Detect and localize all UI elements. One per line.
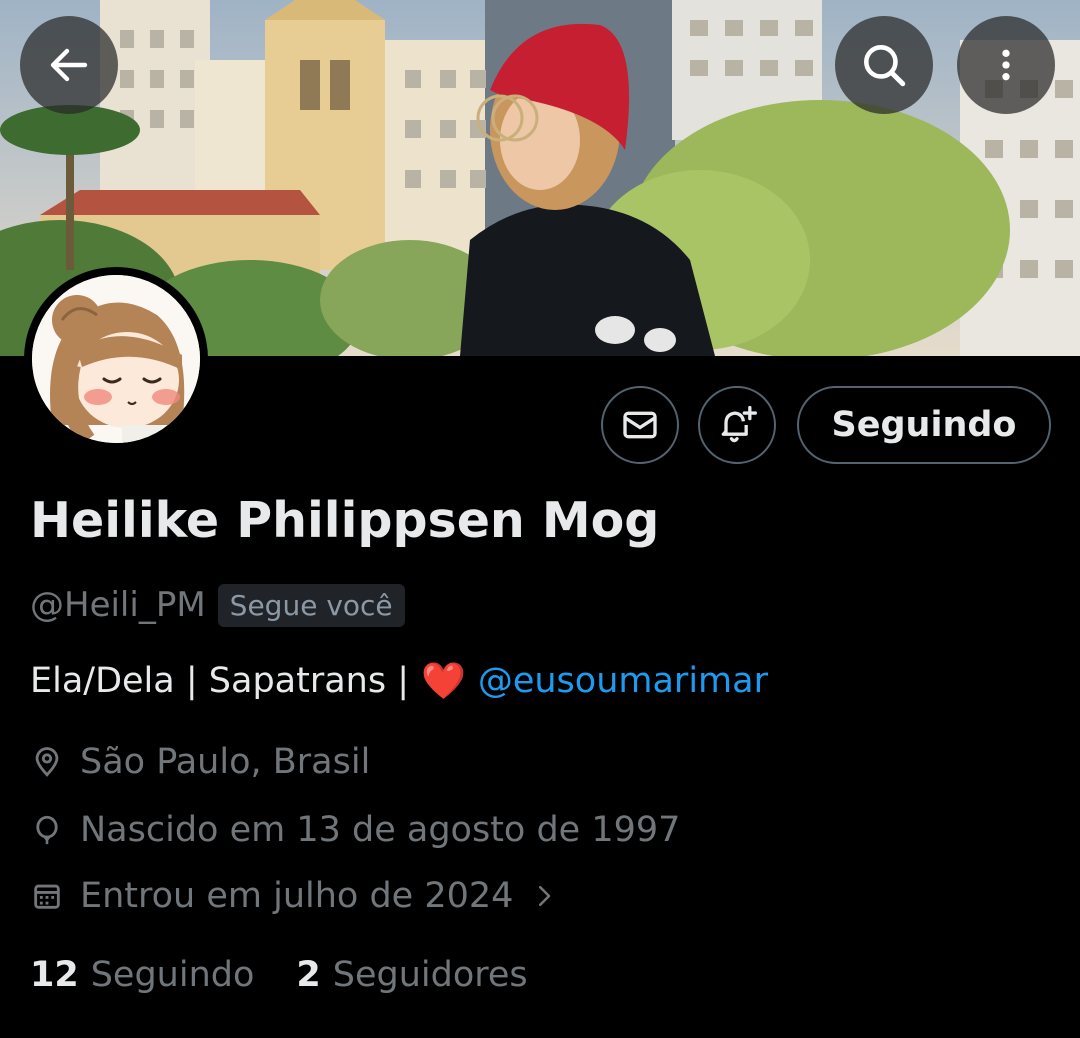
following-label: Seguindo: [90, 955, 255, 995]
following-stat[interactable]: 12 Seguindo: [30, 955, 254, 995]
profile-page: Seguindo Heilike Philippsen Mog @Heili_P…: [0, 0, 1080, 1038]
profile-bio: Ela/Dela | Sapatrans | ❤️ @eusoumarimar: [30, 660, 768, 702]
back-button[interactable]: [20, 16, 118, 114]
heart-emoji: ❤️: [421, 661, 466, 702]
follows-you-badge: Segue você: [217, 583, 405, 627]
location-pin-icon: [35, 747, 59, 777]
avatar-image: [32, 275, 200, 443]
envelope-icon: [623, 411, 657, 439]
follow-stats: 12 Seguindo 2 Seguidores: [30, 955, 528, 995]
more-options-button[interactable]: [957, 16, 1055, 114]
location-text: São Paulo, Brasil: [80, 742, 371, 782]
followers-count: 2: [296, 955, 321, 995]
bell-plus-icon: [721, 405, 757, 443]
following-button-label: Seguindo: [831, 405, 1017, 445]
arrow-left-icon: [50, 48, 88, 82]
balloon-icon: [36, 815, 58, 845]
handle-row: @Heili_PM Segue você: [30, 582, 405, 628]
following-count: 12: [30, 955, 79, 995]
birthdate-text: Nascido em 13 de agosto de 1997: [80, 810, 681, 850]
avatar-illustration: [32, 275, 200, 443]
followers-label: Seguidores: [332, 955, 528, 995]
search-icon: [864, 45, 906, 87]
following-button[interactable]: Seguindo: [797, 386, 1051, 464]
avatar[interactable]: [24, 267, 208, 451]
display-name: Heilike Philippsen Mog: [30, 492, 660, 549]
chevron-right-icon: [539, 886, 551, 906]
bio-text: Ela/Dela | Sapatrans |: [30, 661, 410, 701]
joined-text: Entrou em julho de 2024: [80, 876, 514, 916]
message-button[interactable]: [601, 386, 679, 464]
followers-stat[interactable]: 2 Seguidores: [296, 955, 527, 995]
location-row: São Paulo, Brasil: [30, 742, 370, 782]
calendar-icon: [34, 884, 60, 909]
search-button[interactable]: [835, 16, 933, 114]
joined-row[interactable]: Entrou em julho de 2024: [30, 876, 559, 916]
notifications-button[interactable]: [698, 386, 776, 464]
birthdate-row: Nascido em 13 de agosto de 1997: [30, 810, 680, 850]
more-vertical-icon: [1002, 49, 1010, 81]
username-handle: @Heili_PM: [30, 585, 206, 625]
bio-mention-link[interactable]: @eusoumarimar: [478, 661, 768, 701]
